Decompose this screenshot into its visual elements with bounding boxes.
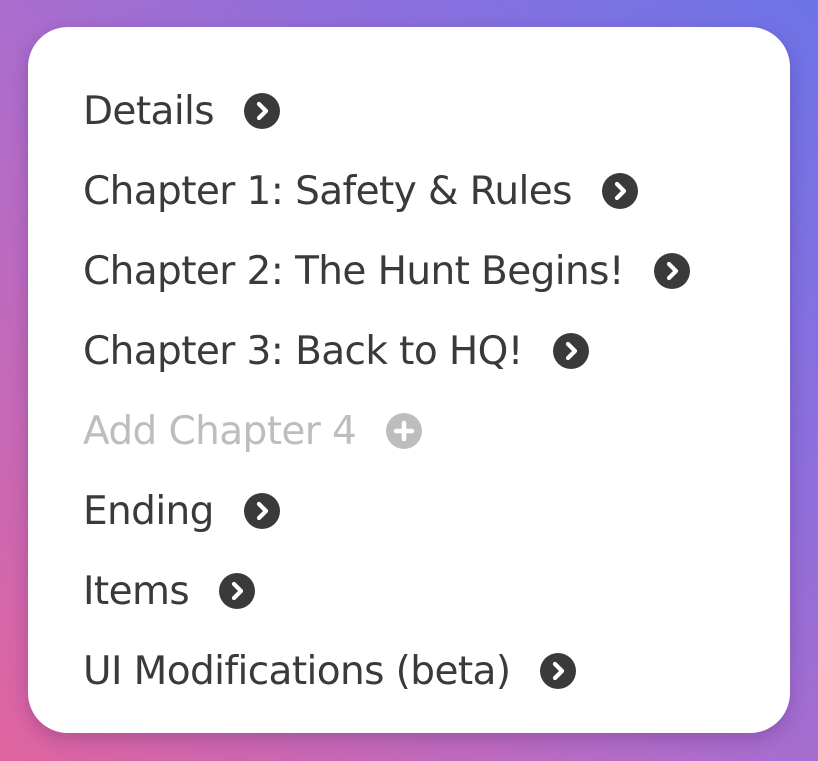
menu-item-items[interactable]: Items [83, 551, 690, 631]
chevron-right-circle-icon [244, 93, 281, 129]
chevron-right-circle-icon [243, 493, 280, 529]
menu-item-label: Details [83, 88, 215, 134]
chapter-menu: Details Chapter 1: Safety & Rules Chapte… [83, 71, 690, 711]
menu-card: Details Chapter 1: Safety & Rules Chapte… [28, 27, 790, 733]
menu-item-chapter-1[interactable]: Chapter 1: Safety & Rules [83, 151, 690, 231]
menu-item-label: Items [83, 568, 190, 614]
chevron-right-circle-icon [552, 333, 589, 369]
menu-item-ui-modifications[interactable]: UI Modifications (beta) [83, 631, 690, 711]
menu-item-label: Chapter 2: The Hunt Begins! [83, 248, 624, 294]
menu-item-label: Add Chapter 4 [83, 408, 357, 454]
chevron-right-circle-icon [653, 253, 690, 289]
menu-item-label: Chapter 3: Back to HQ! [83, 328, 523, 374]
menu-item-chapter-2[interactable]: Chapter 2: The Hunt Begins! [83, 231, 690, 311]
add-chapter-button[interactable]: Add Chapter 4 [83, 391, 690, 471]
menu-item-chapter-3[interactable]: Chapter 3: Back to HQ! [83, 311, 690, 391]
menu-item-label: Chapter 1: Safety & Rules [83, 168, 572, 214]
menu-item-label: Ending [83, 488, 214, 534]
chevron-right-circle-icon [540, 653, 577, 689]
menu-item-details[interactable]: Details [83, 71, 690, 151]
chevron-right-circle-icon [601, 173, 638, 209]
chevron-right-circle-icon [219, 573, 256, 609]
menu-item-ending[interactable]: Ending [83, 471, 690, 551]
plus-circle-icon [386, 413, 423, 449]
menu-item-label: UI Modifications (beta) [83, 648, 511, 694]
